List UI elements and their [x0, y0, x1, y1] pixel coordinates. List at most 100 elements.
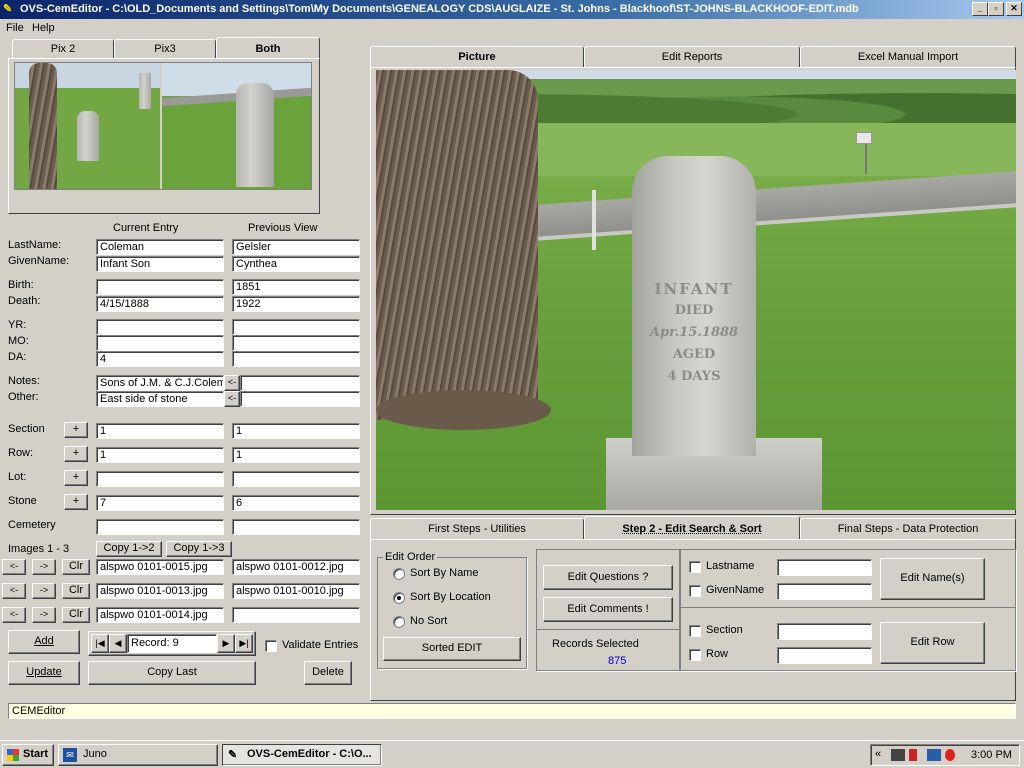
tab-step2-edit-search[interactable]: Step 2 - Edit Search & Sort	[584, 516, 800, 540]
previous-birth-field: 1851	[232, 279, 360, 295]
label-mo: MO:	[8, 335, 29, 347]
previous-givenname-field: Cynthea	[232, 256, 360, 272]
row-checkbox[interactable]	[689, 649, 701, 661]
section-checkbox[interactable]	[689, 625, 701, 637]
givenname-checkbox[interactable]	[689, 585, 701, 597]
current-lastname-field[interactable]: Coleman	[96, 239, 224, 255]
lot-plus-button[interactable]: +	[64, 470, 88, 486]
validate-entries-checkbox[interactable]	[265, 640, 277, 652]
delete-button[interactable]: Delete	[304, 661, 352, 685]
previous-lot-field	[232, 471, 360, 487]
copy-1-2-button[interactable]: Copy 1->2	[96, 541, 162, 557]
givenname-search-input[interactable]	[777, 583, 872, 600]
current-da-field[interactable]: 4	[96, 351, 224, 367]
label-givenname: GivenName:	[8, 255, 70, 267]
minimize-button[interactable]: _	[972, 2, 988, 16]
thumbnail-image-1[interactable]	[15, 63, 160, 189]
current-yr-field[interactable]	[96, 319, 224, 335]
image2-next-button[interactable]: ->	[32, 583, 56, 599]
row-search-input[interactable]	[777, 647, 872, 664]
current-givenname-field[interactable]: Infant Son	[96, 256, 224, 272]
current-image2-field[interactable]: alspwo 0101-0013.jpg	[96, 583, 224, 599]
edit-row-button[interactable]: Edit Row	[880, 622, 985, 664]
nav-prev-button[interactable]: ◀	[109, 634, 127, 653]
add-button[interactable]: Add	[8, 630, 80, 654]
copy-other-button[interactable]: <-	[224, 391, 240, 407]
image2-clear-button[interactable]: Clr	[62, 583, 90, 599]
tray-network-icon[interactable]	[891, 749, 905, 761]
maximize-button[interactable]: ▫	[988, 2, 1004, 16]
tab-pix2[interactable]: Pix 2	[12, 39, 114, 59]
image1-clear-button[interactable]: Clr	[62, 559, 90, 575]
image3-clear-button[interactable]: Clr	[62, 607, 90, 623]
lastname-search-input[interactable]	[777, 559, 872, 576]
current-image1-field[interactable]: alspwo 0101-0015.jpg	[96, 559, 224, 575]
menu-help[interactable]: Help	[32, 22, 55, 34]
close-button[interactable]: ✕	[1006, 2, 1022, 16]
tab-picture[interactable]: Picture	[370, 46, 584, 68]
current-birth-field[interactable]	[96, 279, 224, 295]
taskbar-cemeditor-label: OVS-CemEditor - C:\O...	[247, 748, 372, 760]
copy-1-3-button[interactable]: Copy 1->3	[166, 541, 232, 557]
row-plus-button[interactable]: +	[64, 446, 88, 462]
current-other-field[interactable]: East side of stone	[96, 391, 224, 407]
givenname-search-label: GivenName	[706, 584, 765, 596]
current-cemetery-field[interactable]	[96, 519, 224, 535]
nav-first-button[interactable]: |◀	[91, 634, 109, 653]
headstone-photo[interactable]: INFANT DIED Apr.15.1888 AGED 4 DAYS	[376, 70, 1016, 510]
thumbnail-image-2[interactable]	[162, 63, 311, 189]
records-selected-label: Records Selected	[552, 638, 639, 650]
image2-prev-button[interactable]: <-	[2, 583, 26, 599]
tray-clock[interactable]: 3:00 PM	[971, 749, 1012, 761]
tray-expand-icon[interactable]: «	[875, 748, 881, 760]
no-sort-label: No Sort	[410, 615, 448, 627]
image1-prev-button[interactable]: <-	[2, 559, 26, 575]
taskbar-cemeditor[interactable]: ✎ OVS-CemEditor - C:\O...	[222, 744, 382, 766]
current-mo-field[interactable]	[96, 335, 224, 351]
current-section-field[interactable]: 1	[96, 423, 224, 439]
record-position-field[interactable]: Record: 9	[127, 634, 217, 653]
current-death-field[interactable]: 4/15/1888	[96, 296, 224, 312]
image3-prev-button[interactable]: <-	[2, 607, 26, 623]
tab-both[interactable]: Both	[216, 37, 320, 59]
section-search-input[interactable]	[777, 623, 872, 640]
tray-battery-icon[interactable]	[909, 749, 917, 761]
image3-next-button[interactable]: ->	[32, 607, 56, 623]
image1-next-button[interactable]: ->	[32, 559, 56, 575]
edit-comments-button[interactable]: Edit Comments !	[543, 597, 673, 622]
nav-last-button[interactable]: ▶|	[235, 634, 253, 653]
menu-file[interactable]: File	[6, 22, 24, 34]
current-image3-field[interactable]: alspwo 0101-0014.jpg	[96, 607, 224, 623]
previous-death-field: 1922	[232, 296, 360, 312]
tray-app-icon[interactable]	[927, 749, 941, 761]
previous-notes-field	[240, 375, 360, 391]
update-button[interactable]: Update	[8, 661, 80, 685]
current-notes-field[interactable]: Sons of J.M. & C.J.Colem	[96, 375, 224, 391]
tray-volume-icon[interactable]	[945, 749, 955, 761]
edit-names-button[interactable]: Edit Name(s)	[880, 558, 985, 600]
tab-pix3[interactable]: Pix3	[114, 39, 216, 59]
start-button[interactable]: Start	[2, 744, 54, 766]
tab-final-steps[interactable]: Final Steps - Data Protection	[800, 518, 1016, 540]
lastname-checkbox[interactable]	[689, 561, 701, 573]
tab-excel-import[interactable]: Excel Manual Import	[800, 46, 1016, 68]
section-plus-button[interactable]: +	[64, 422, 88, 438]
sort-by-location-radio[interactable]	[393, 592, 405, 604]
current-row-field[interactable]: 1	[96, 447, 224, 463]
sorted-edit-button[interactable]: Sorted EDIT	[383, 637, 521, 661]
copy-notes-button[interactable]: <-	[224, 375, 240, 391]
taskbar: Start ✉ Juno ✎ OVS-CemEditor - C:\O... «…	[0, 740, 1024, 768]
no-sort-radio[interactable]	[393, 616, 405, 628]
menu-bar: File Help	[0, 19, 1024, 37]
edit-questions-button[interactable]: Edit Questions ?	[543, 565, 673, 590]
copy-last-button[interactable]: Copy Last	[88, 661, 256, 685]
tab-edit-reports[interactable]: Edit Reports	[584, 46, 800, 68]
current-stone-field[interactable]: 7	[96, 495, 224, 511]
tab-first-steps[interactable]: First Steps - Utilities	[370, 518, 584, 540]
sort-by-name-radio[interactable]	[393, 568, 405, 580]
nav-next-button[interactable]: ▶	[217, 634, 235, 653]
stone-plus-button[interactable]: +	[64, 494, 88, 510]
current-lot-field[interactable]	[96, 471, 224, 487]
taskbar-juno[interactable]: ✉ Juno	[58, 744, 218, 766]
system-tray: « 3:00 PM	[870, 744, 1020, 766]
